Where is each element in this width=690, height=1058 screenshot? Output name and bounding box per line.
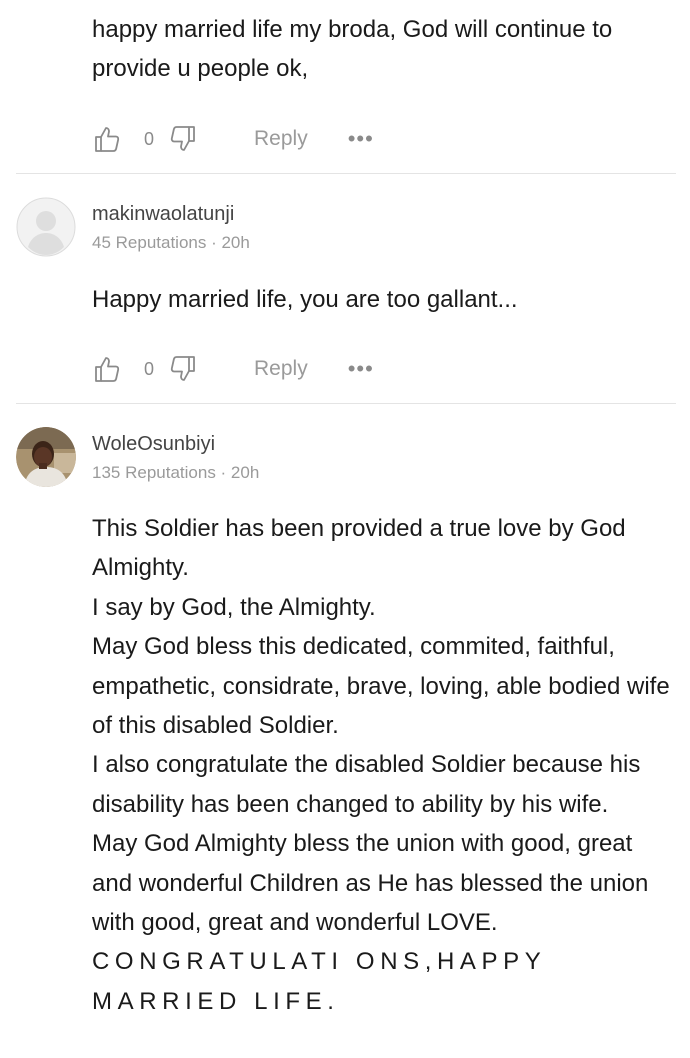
user-photo-icon [16,427,76,487]
thumbs-down-icon[interactable] [168,124,198,154]
comment-paragraph: May God bless this dedicated, commited, … [92,633,670,740]
reputation-time: 135 Reputations · 20h [92,463,260,482]
comment-body: happy married life my broda, God will co… [92,10,676,89]
comment-actions: 0 Reply ••• [92,124,374,154]
comment-paragraph: Happy married life, you are too gallant.… [92,286,518,313]
comment-body: Happy married life, you are too gallant.… [92,280,676,319]
avatar[interactable] [16,197,76,257]
comment-body: This Soldier has been provided a true lo… [92,509,676,1021]
comment-paragraph: I also congratulate the disabled Soldier… [92,751,641,818]
username[interactable]: WoleOsunbiyi [92,433,215,456]
comment-paragraph: CONGRATULATI ONS,HAPPY MARRIED LIFE. [92,948,546,1015]
comment-paragraph: I say by God, the Almighty. [92,593,376,621]
reply-button[interactable]: Reply [254,357,308,381]
comment-actions: 0 Reply ••• [92,354,374,384]
default-avatar-icon [16,197,76,257]
comment-paragraph: This Soldier has been provided a true lo… [92,515,626,582]
comment-divider [16,403,676,404]
thumbs-down-icon[interactable] [168,354,198,384]
avatar[interactable] [16,427,76,487]
like-count: 0 [144,358,155,379]
comment-paragraph: May God Almighty bless the union with go… [92,830,649,937]
thumbs-up-icon[interactable] [92,124,122,154]
comment-paragraph: happy married life my broda, God will co… [92,16,613,83]
username[interactable]: makinwaolatunji [92,203,234,226]
reputation-time: 45 Reputations · 20h [92,233,250,252]
more-options-icon[interactable]: ••• [348,358,374,380]
comment-divider [16,173,676,174]
reply-button[interactable]: Reply [254,127,308,151]
like-count: 0 [144,128,155,149]
thumbs-up-icon[interactable] [92,354,122,384]
more-options-icon[interactable]: ••• [348,128,374,150]
